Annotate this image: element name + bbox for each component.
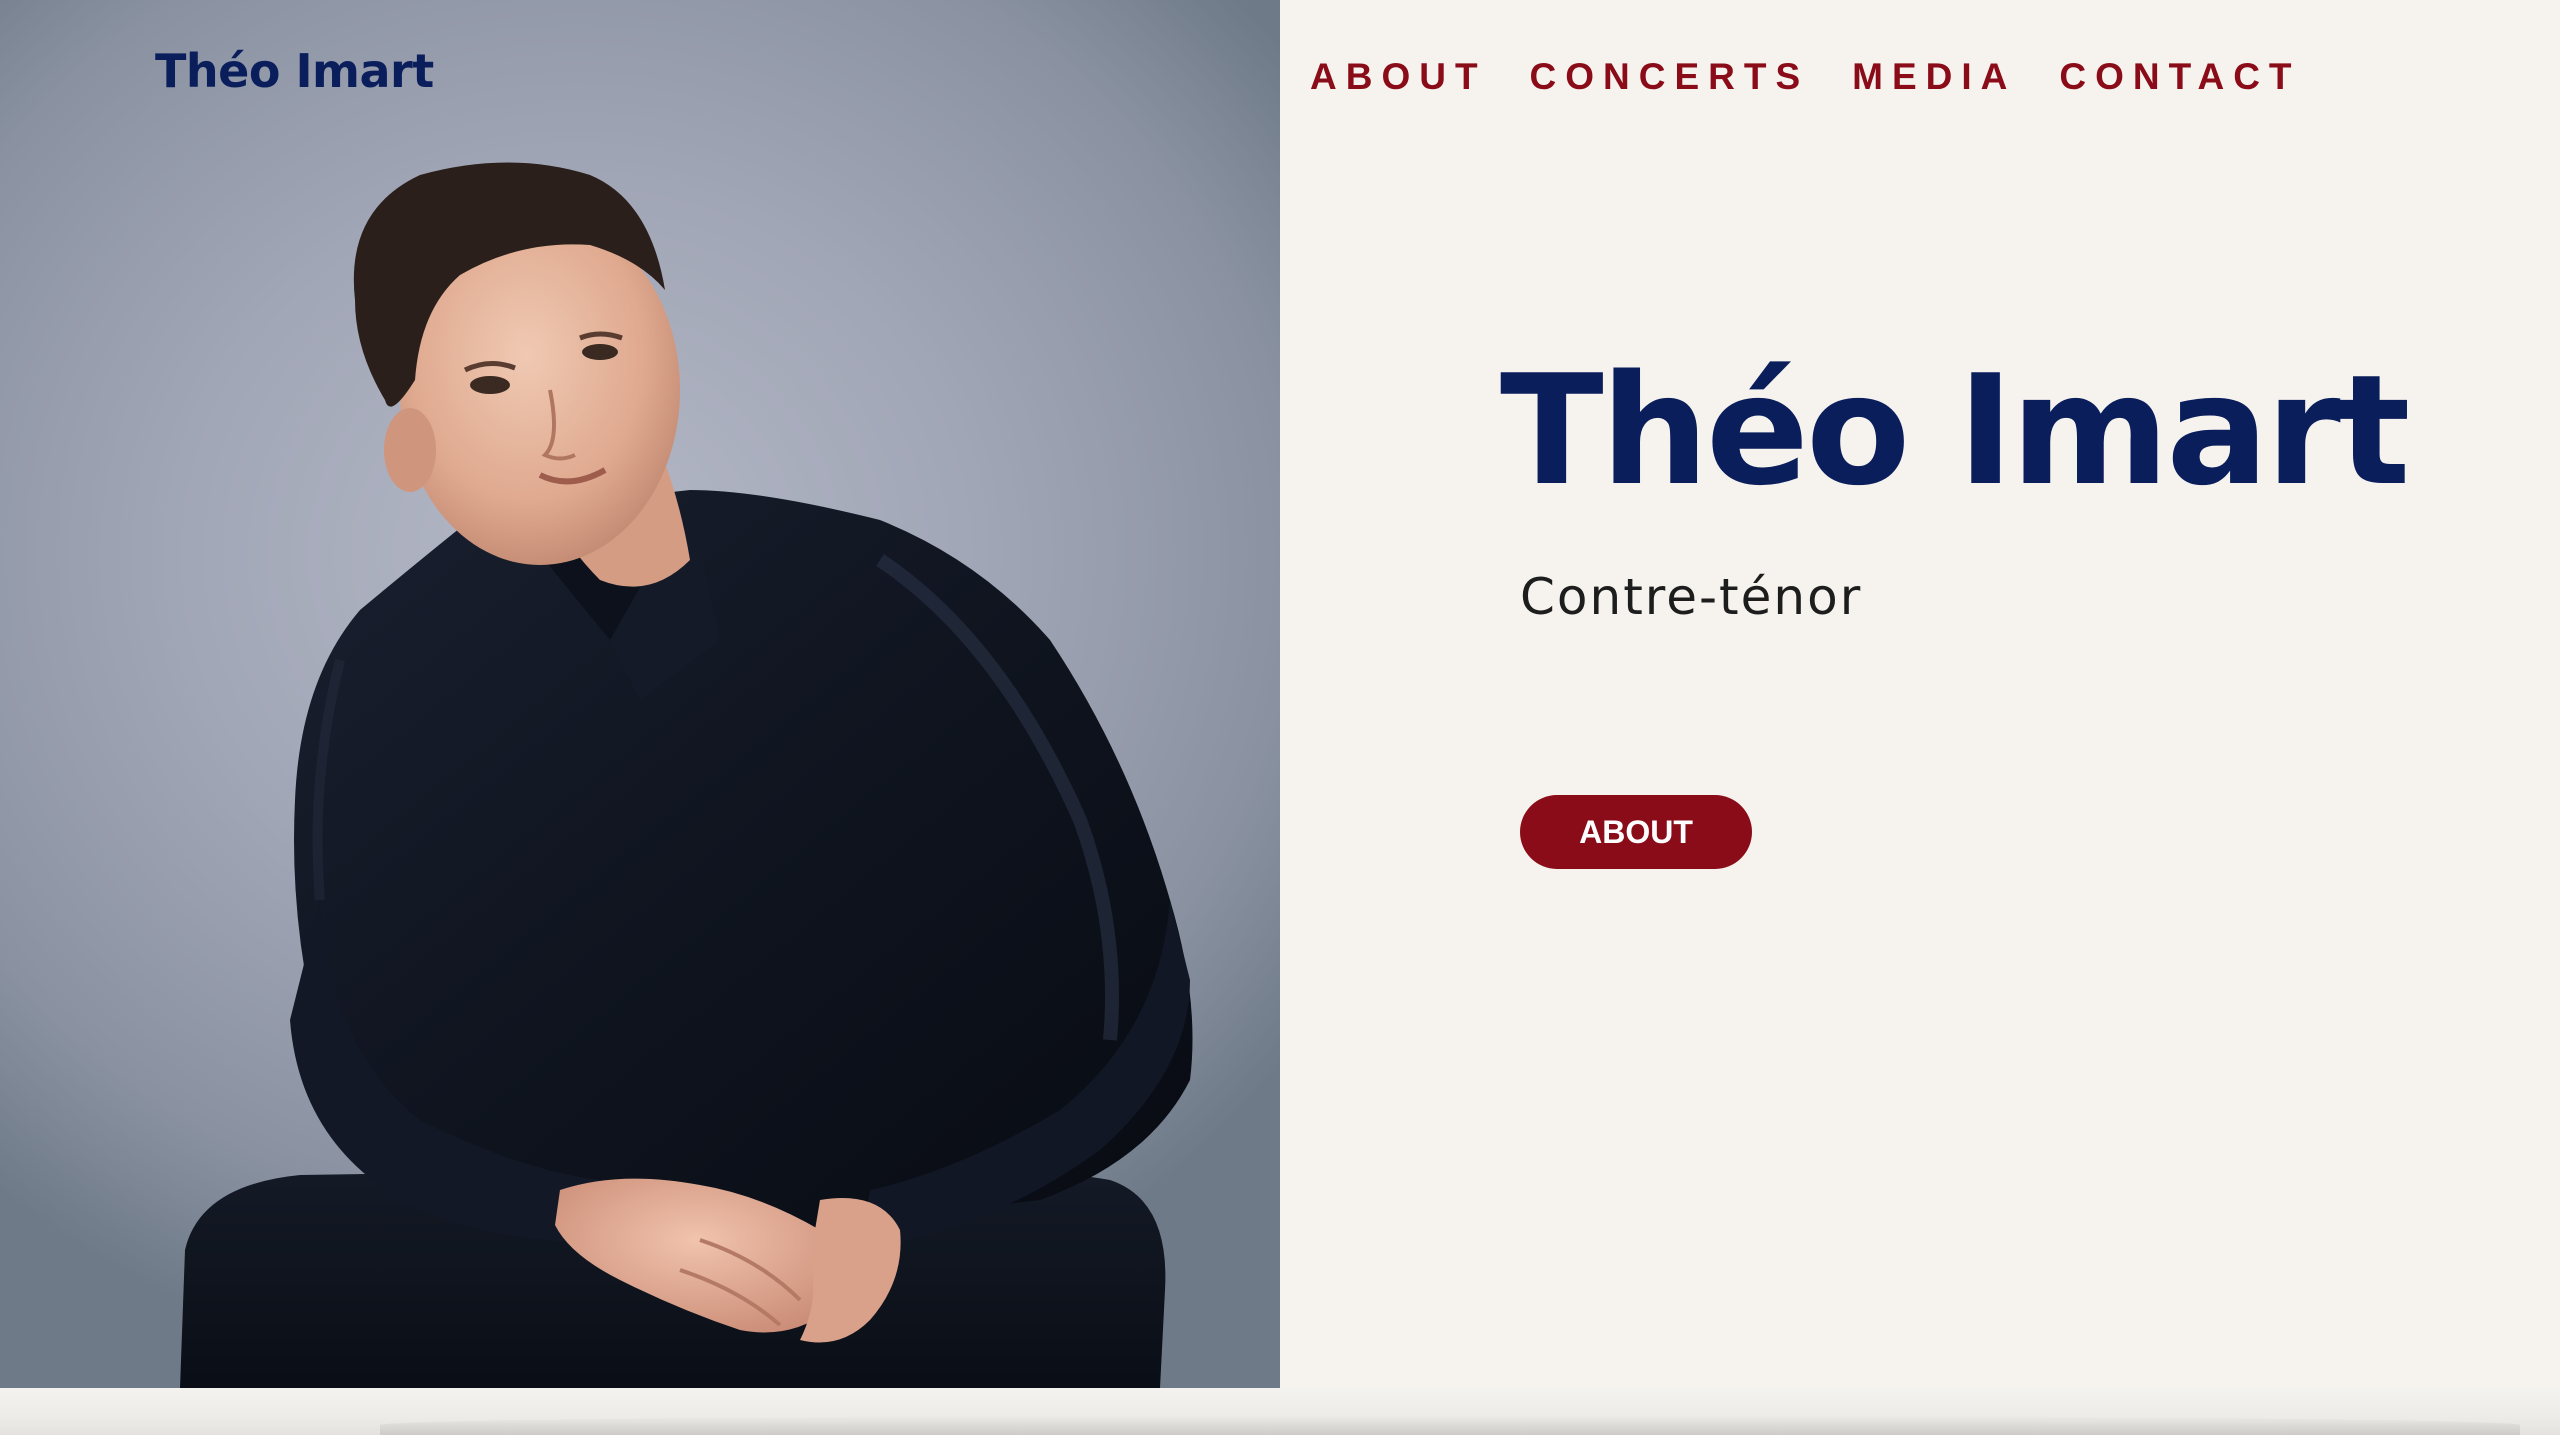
page-bottom-shadow (380, 1415, 2520, 1435)
nav-link-contact[interactable]: CONTACT (2059, 56, 2300, 98)
about-button[interactable]: ABOUT (1520, 795, 1752, 869)
hero-portrait-photo (0, 0, 1280, 1388)
nav-link-about[interactable]: ABOUT (1310, 56, 1487, 98)
portrait-illustration (180, 162, 1193, 1388)
site-logo[interactable]: Théo Imart (155, 44, 434, 98)
hero-content-panel (1280, 0, 2560, 1388)
hero-subtitle: Contre-ténor (1520, 568, 1863, 626)
page: Théo Imart ABOUT CONCERTS MEDIA CONTACT … (0, 0, 2560, 1435)
main-nav: ABOUT CONCERTS MEDIA CONTACT (1310, 56, 2301, 98)
nav-link-concerts[interactable]: CONCERTS (1530, 56, 1810, 98)
nav-link-media[interactable]: MEDIA (1852, 56, 2016, 98)
hero-title: Théo Imart (1500, 342, 2410, 519)
